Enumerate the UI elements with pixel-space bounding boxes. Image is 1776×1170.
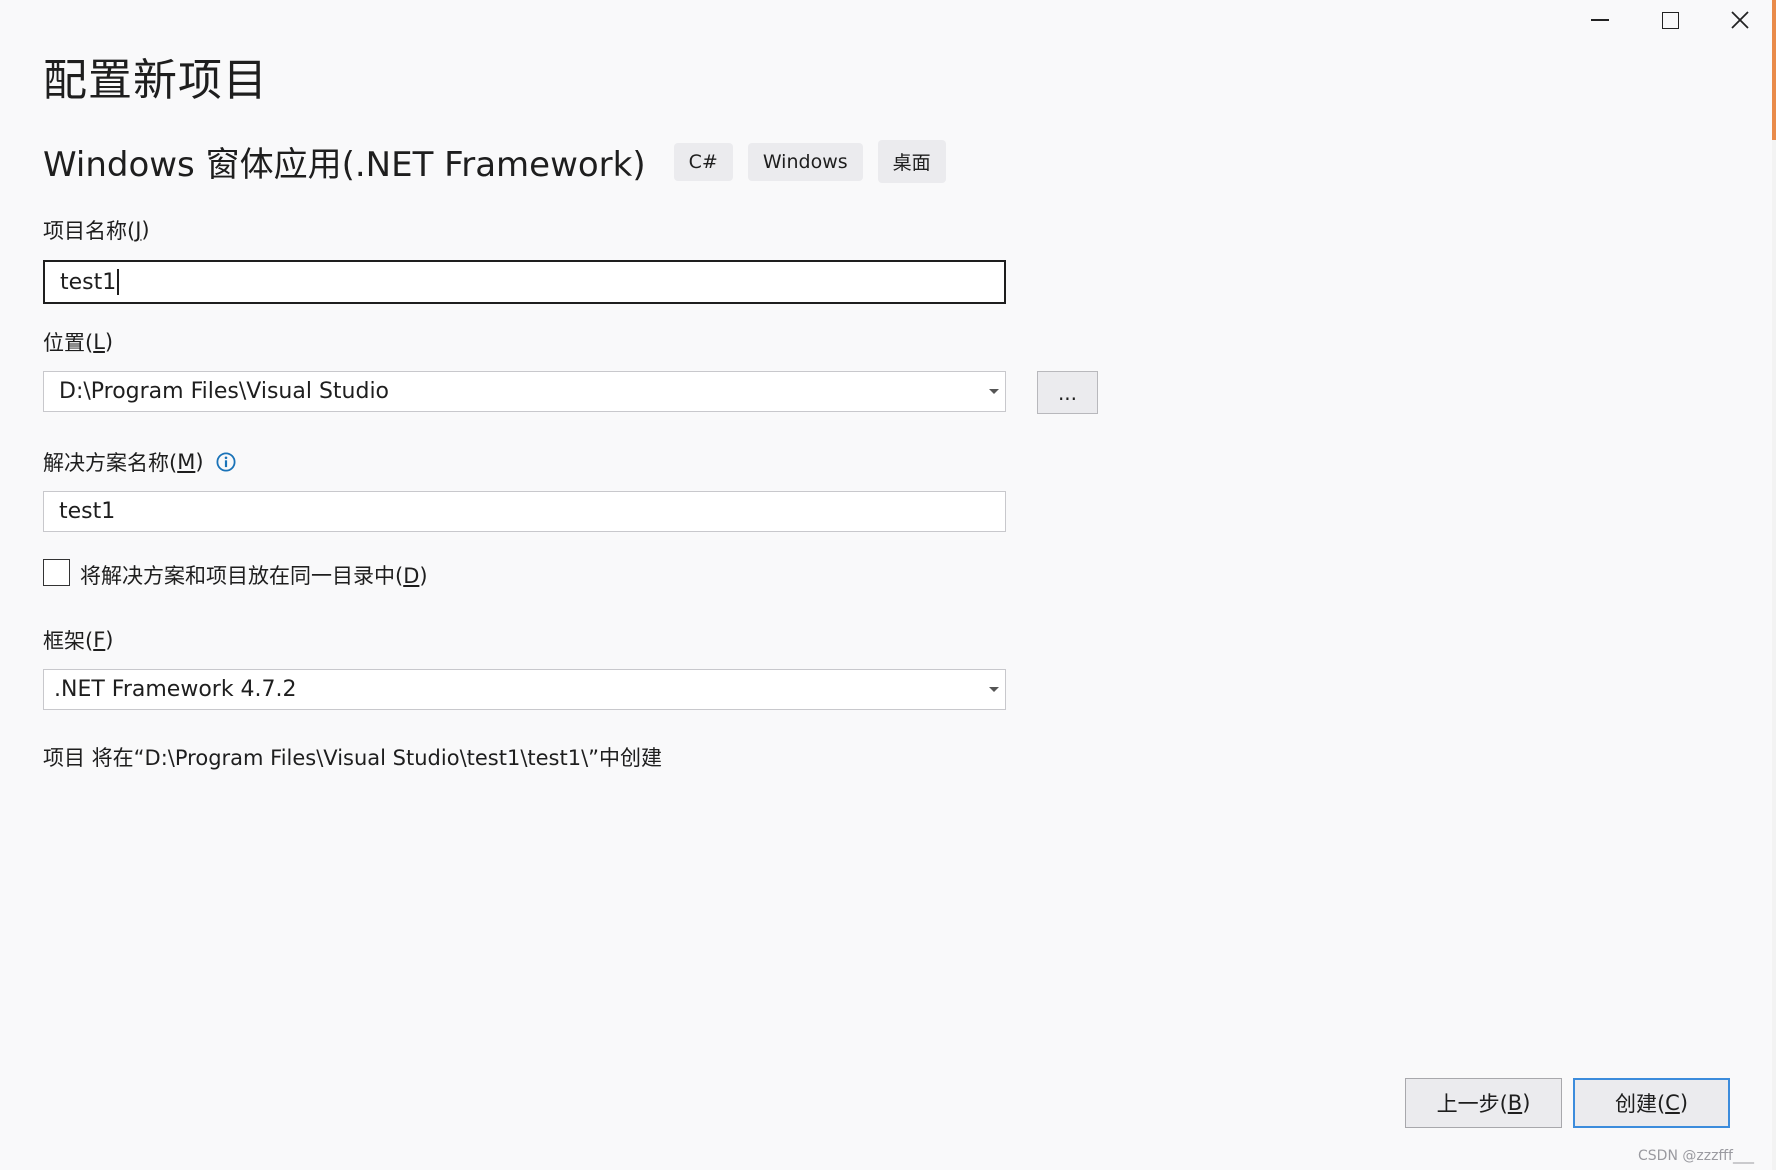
same-directory-checkbox[interactable] bbox=[43, 559, 70, 586]
project-name-label: 项目名称(J) bbox=[43, 218, 150, 243]
text-caret bbox=[117, 269, 119, 295]
maximize-button[interactable] bbox=[1635, 0, 1705, 40]
project-name-value: test1 bbox=[60, 269, 117, 295]
dialog-window: 配置新项目 Windows 窗体应用(.NET Framework) C# Wi… bbox=[0, 0, 1773, 1170]
location-summary: 项目 将在“D:\Program Files\Visual Studio\tes… bbox=[43, 746, 663, 770]
framework-combobox[interactable]: .NET Framework 4.7.2 bbox=[43, 669, 1006, 710]
close-icon bbox=[1731, 11, 1749, 29]
minimize-icon bbox=[1591, 19, 1609, 21]
tag-language: C# bbox=[673, 142, 733, 181]
watermark: CSDN @zzzfff___ bbox=[1638, 1148, 1754, 1164]
template-header: Windows 窗体应用(.NET Framework) C# Windows … bbox=[43, 137, 961, 186]
chevron-down-icon[interactable] bbox=[989, 686, 999, 692]
tag-platform: Windows bbox=[747, 142, 863, 181]
chevron-down-icon[interactable] bbox=[989, 388, 999, 394]
solution-name-value: test1 bbox=[59, 499, 116, 524]
minimize-button[interactable] bbox=[1565, 0, 1635, 40]
background-window-edge bbox=[1772, 0, 1776, 140]
page-title: 配置新项目 bbox=[43, 55, 268, 106]
back-button[interactable]: 上一步(B) bbox=[1405, 1078, 1562, 1128]
create-button[interactable]: 创建(C) bbox=[1573, 1078, 1730, 1128]
framework-label: 框架(F) bbox=[43, 628, 114, 653]
browse-button[interactable]: ... bbox=[1037, 371, 1098, 414]
location-value: D:\Program Files\Visual Studio bbox=[59, 379, 390, 404]
tag-project-type: 桌面 bbox=[877, 140, 946, 183]
location-combobox[interactable]: D:\Program Files\Visual Studio bbox=[43, 371, 1006, 412]
info-icon[interactable] bbox=[216, 452, 236, 472]
solution-name-input[interactable]: test1 bbox=[43, 491, 1006, 532]
template-name: Windows 窗体应用(.NET Framework) bbox=[43, 145, 646, 185]
framework-value: .NET Framework 4.7.2 bbox=[54, 677, 297, 702]
background-window-edge-lower bbox=[1772, 140, 1776, 1170]
location-label: 位置(L) bbox=[43, 330, 114, 355]
project-name-input[interactable]: test1 bbox=[43, 260, 1006, 304]
maximize-icon bbox=[1661, 11, 1679, 29]
same-directory-label[interactable]: 将解决方案和项目放在同一目录中(D) bbox=[80, 560, 428, 590]
solution-name-label: 解决方案名称(M) bbox=[43, 447, 236, 477]
close-button[interactable] bbox=[1705, 0, 1775, 40]
